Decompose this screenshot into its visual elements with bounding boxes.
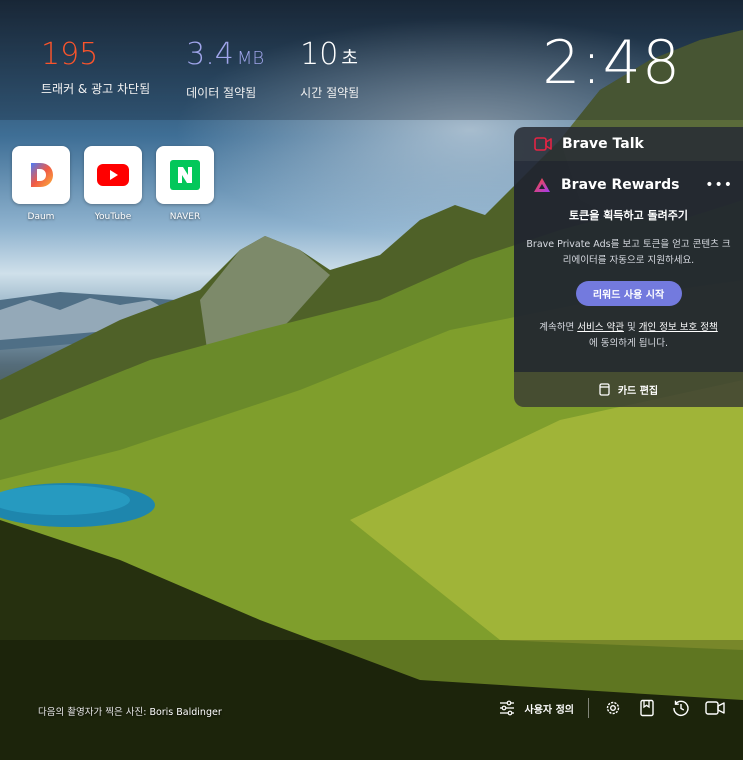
- naver-tile[interactable]: [156, 146, 214, 204]
- youtube-logo-icon: [97, 164, 129, 186]
- customize-button[interactable]: 사용자 정의: [499, 700, 574, 716]
- naver-logo-icon: [170, 160, 200, 190]
- edit-cards-button[interactable]: 카드 편집: [514, 372, 743, 407]
- top-site-label: Daum: [27, 212, 55, 222]
- brave-rewards-card: Brave Rewards ••• 토큰을 획득하고 돌려주기 Brave Pr…: [514, 161, 743, 372]
- edit-cards-label: 카드 편집: [617, 386, 659, 397]
- top-site-daum[interactable]: Daum: [12, 146, 70, 222]
- top-site-label: NAVER: [169, 212, 201, 222]
- rewards-description: Brave Private Ads를 보고 토큰을 얻고 콘텐츠 크리에이터를 …: [526, 239, 731, 266]
- top-site-naver[interactable]: NAVER: [156, 146, 214, 222]
- customize-label: 사용자 정의: [524, 704, 574, 716]
- video-camera-icon: [534, 137, 552, 151]
- stats-widget: 195 트래커 & 광고 차단됨 3.4 MB 데이터 절약됨 10 초 시간 절약…: [41, 38, 359, 101]
- daum-logo-icon: [31, 163, 53, 187]
- time-saved-value: 10 초: [300, 37, 358, 72]
- time-saved-label: 시간 절약됨: [300, 86, 360, 100]
- rewards-terms: 계속하면 서비스 약관 및 개인 정보 보호 정책 에 동의하게 됩니다.: [539, 322, 718, 349]
- brave-rewards-title: Brave Rewards: [561, 177, 680, 193]
- brave-talk-card[interactable]: Brave Talk: [514, 127, 743, 161]
- bottom-toolbar: 사용자 정의: [499, 698, 725, 718]
- new-tab-page: 195 트래커 & 광고 차단됨 3.4 MB 데이터 절약됨 10 초 시간 절약…: [0, 0, 743, 760]
- start-rewards-button[interactable]: 리워드 사용 시작: [575, 281, 682, 306]
- photo-credit: 다음의 촬영자가 찍은 사진: Boris Baldinger: [38, 707, 222, 718]
- data-saved-value: 3.4 MB: [186, 37, 265, 72]
- top-site-label: YouTube: [94, 212, 132, 222]
- data-saved-unit: MB: [236, 48, 265, 69]
- youtube-tile[interactable]: [84, 146, 142, 204]
- cards-panel: Brave Talk Brave Rewards ••• 토큰을 획득하고 돌려…: [514, 127, 743, 407]
- trackers-blocked-value: 195: [41, 37, 99, 72]
- bookmarks-icon: [640, 699, 654, 717]
- trackers-blocked-stat: 195 트래커 & 광고 차단됨: [41, 38, 150, 101]
- card-edit-icon: [599, 383, 610, 396]
- bookmarks-button[interactable]: [637, 698, 657, 718]
- history-button[interactable]: [671, 698, 691, 718]
- daum-tile[interactable]: [12, 146, 70, 204]
- clock: 2:48: [542, 28, 681, 98]
- photo-author-link[interactable]: Boris Baldinger: [149, 707, 221, 718]
- data-saved-label: 데이터 절약됨: [186, 86, 257, 100]
- rewards-subtitle: 토큰을 획득하고 돌려주기: [569, 209, 688, 222]
- trackers-blocked-label: 트래커 & 광고 차단됨: [41, 82, 151, 96]
- brave-talk-button[interactable]: [705, 698, 725, 718]
- brave-talk-title: Brave Talk: [562, 136, 644, 152]
- time-saved-unit: 초: [341, 48, 358, 69]
- toolbar-divider: [588, 698, 589, 718]
- privacy-policy-link[interactable]: 개인 정보 보호 정책: [639, 322, 718, 333]
- top-site-youtube[interactable]: YouTube: [84, 146, 142, 222]
- brave-talk-icon: [705, 701, 725, 715]
- more-options-icon[interactable]: •••: [705, 177, 733, 193]
- brave-rewards-triangle-icon: [534, 178, 550, 192]
- rewards-header: Brave Rewards •••: [514, 173, 743, 197]
- settings-icon: [606, 701, 620, 715]
- history-icon: [673, 700, 689, 717]
- top-sites: Daum YouTube NAVER: [12, 146, 214, 222]
- terms-of-service-link[interactable]: 서비스 약관: [577, 322, 624, 333]
- time-saved-stat: 10 초 시간 절약됨: [300, 38, 359, 101]
- settings-button[interactable]: [603, 698, 623, 718]
- data-saved-stat: 3.4 MB 데이터 절약됨: [186, 38, 264, 101]
- sliders-icon: [499, 700, 514, 716]
